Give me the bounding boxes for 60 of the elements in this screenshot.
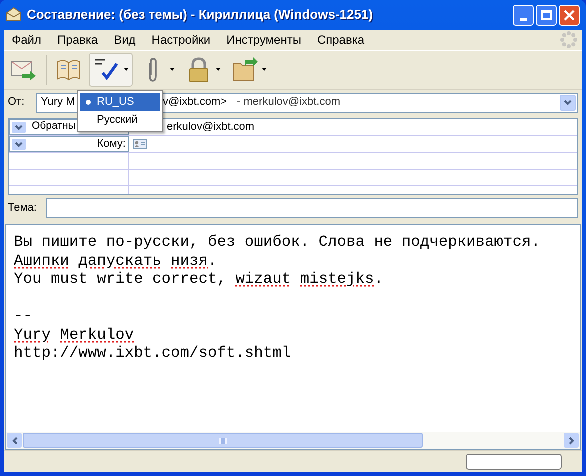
scroll-thumb[interactable] [23,433,423,448]
chevron-down-icon [564,100,572,106]
chevron-down-icon [15,142,23,146]
misspelled-word: низя [171,252,208,270]
misspelled-word: mistejks [300,270,374,288]
toolbar-button[interactable] [89,52,133,86]
misspelled-word: Ашипки [14,252,70,270]
body-text: Вы пишите по-русски, без ошибок. Слова не подчеркиваются. [14,233,540,251]
menu-item[interactable]: Настройки [144,31,219,49]
chevron-down-icon [15,124,23,130]
misspelled-word: Yury [14,326,51,344]
subject-label: Тема: [8,200,38,216]
close-button[interactable] [559,4,580,26]
chevron-left-icon [12,436,18,444]
dropdown-button[interactable] [12,138,26,150]
address-text: erkulov@ixbt.com [167,120,255,135]
punctuation-text: . [208,252,218,270]
menu-item[interactable]: Инструменты [218,31,310,49]
punctuation-text: . [374,270,384,288]
minimize-button[interactable] [513,4,534,26]
chevron-right-icon [568,436,574,444]
from-value: v@ixbt.com> [163,95,228,110]
dropdown-button[interactable] [12,122,26,132]
folder-icon [231,56,259,84]
menu-item[interactable]: Справка [309,31,373,49]
grip-icon [219,438,227,444]
from-value: Yury M [41,95,76,110]
caret-icon [170,68,175,71]
menu-item[interactable]: Правка [50,31,106,49]
envelope-icon [6,7,22,23]
maximize-button[interactable] [536,4,557,26]
caret-icon [124,68,129,71]
horizontal-scrollbar[interactable] [6,432,580,449]
scroll-right-button[interactable] [564,433,579,448]
minimize-icon [520,18,527,20]
address-type-label: Кому: [96,136,126,152]
contact-card-icon [133,139,147,149]
body-text: -- [14,307,32,325]
misspelled-word: Merkulov [60,326,134,344]
throbber-icon [560,31,578,49]
from-label: От: [8,95,26,110]
window-title: Составление: (без темы) - Кириллица (Windows-1251) [27,6,374,24]
body-text: http://www.ixbt.com/soft.shtml [14,344,292,362]
scroll-left-button[interactable] [7,433,22,448]
bullet-icon [86,100,91,104]
menu-item[interactable]: Файл [4,31,50,49]
account-label: - merkulov@ixbt.com [237,95,341,110]
caret-icon [216,68,221,71]
address-type-dropdown[interactable]: Кому: [9,136,129,152]
dropdown-button[interactable] [560,94,576,110]
caret-icon [262,68,267,71]
maximize-icon [541,10,552,20]
subject-field[interactable] [46,198,578,218]
misspelled-word: wizaut [236,270,292,288]
body-text: You must write correct, [14,270,226,288]
misspelled-word: дапускать [78,252,162,270]
menu-item[interactable]: RU_US [80,93,160,111]
menu-item[interactable]: Вид [106,31,144,49]
paperclip-icon [148,58,158,82]
close-icon [564,10,575,20]
